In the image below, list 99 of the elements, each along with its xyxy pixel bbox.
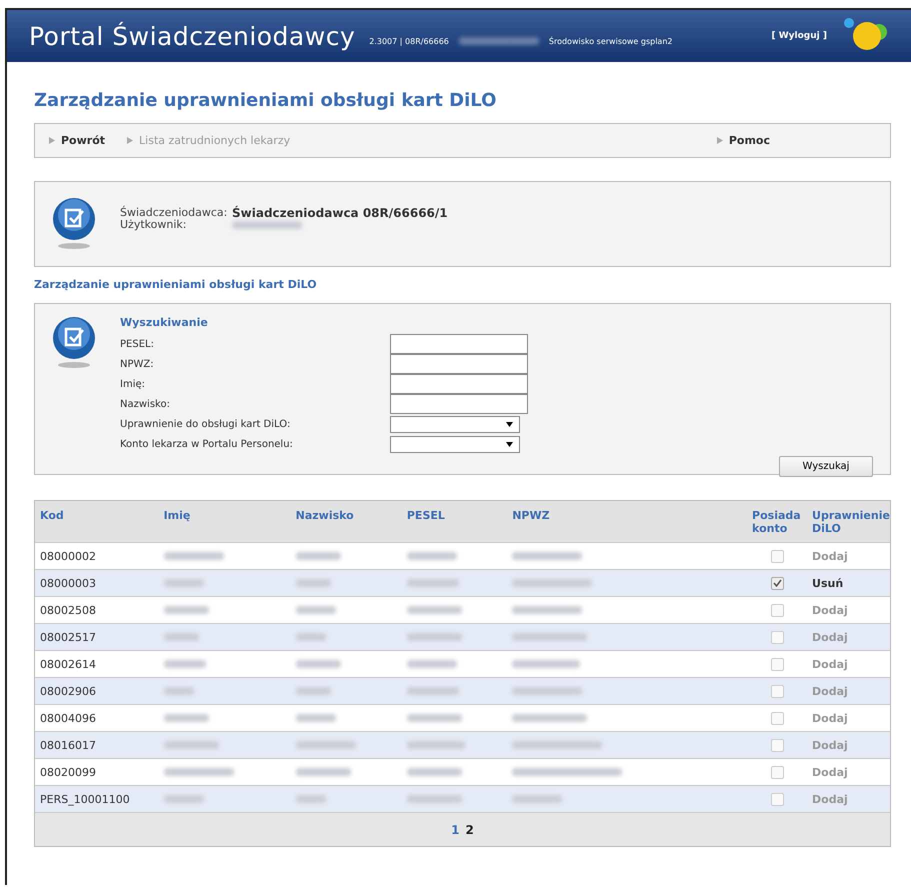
redacted-text xyxy=(296,741,356,750)
column-header[interactable]: PESEL xyxy=(402,501,508,542)
checkbox[interactable] xyxy=(770,766,784,779)
checkbox[interactable] xyxy=(770,550,784,563)
checkbox[interactable] xyxy=(770,684,784,698)
redacted-text xyxy=(296,660,341,668)
document-check-icon xyxy=(52,197,96,251)
redacted-text xyxy=(406,687,459,696)
input-field[interactable] xyxy=(390,394,528,414)
field-label: Nazwisko: xyxy=(120,398,171,410)
checkbox[interactable] xyxy=(770,792,784,806)
dropdown-arrow-icon xyxy=(506,422,513,426)
action-link[interactable]: Dodaj xyxy=(812,766,848,778)
redacted-text xyxy=(406,660,457,668)
table-cell: 08002906 xyxy=(35,678,159,704)
redacted-text xyxy=(296,687,331,696)
redacted-text xyxy=(164,768,234,776)
redacted-text xyxy=(406,714,462,722)
field-label: Uprawnienie do obsługi kart DiLO: xyxy=(120,418,292,430)
redacted-text xyxy=(512,552,582,560)
logout-link[interactable]: [ Wyloguj ] xyxy=(772,31,827,41)
redacted-text xyxy=(296,768,351,776)
document-check-icon xyxy=(52,316,96,370)
page-link[interactable]: 2 xyxy=(466,822,474,836)
column-header[interactable]: NPWZ xyxy=(507,501,748,542)
redacted-text xyxy=(164,579,204,588)
redacted-text xyxy=(164,552,224,560)
column-header[interactable]: Kod xyxy=(35,501,159,542)
table-cell: 08000003 xyxy=(35,570,159,596)
redacted-text xyxy=(512,687,582,696)
provider-value: Świadczeniodawca 08R/66666/1 xyxy=(232,207,448,219)
provider-label: Świadczeniodawca: xyxy=(120,207,228,219)
checkbox[interactable] xyxy=(770,738,784,752)
table-cell: PERS_10001100 xyxy=(35,786,159,812)
nav-link[interactable]: Powrót xyxy=(49,134,106,147)
user-label: Użytkownik: xyxy=(120,219,188,231)
redacted-text xyxy=(164,795,204,804)
redacted-text xyxy=(164,606,209,614)
redacted-text xyxy=(296,606,336,614)
redacted-text xyxy=(164,633,199,642)
portal-title: Portal Świadczeniodawcy xyxy=(29,22,356,50)
field-label: Konto lekarza w Portalu Personelu: xyxy=(120,438,294,450)
environment-label: Środowisko serwisowe gsplan2 xyxy=(548,36,672,46)
checkbox[interactable] xyxy=(770,630,784,644)
redacted-text xyxy=(512,660,580,668)
action-link[interactable]: Dodaj xyxy=(812,658,848,670)
input-field[interactable] xyxy=(390,354,528,374)
action-link[interactable]: Usuń xyxy=(812,576,844,590)
redacted-text xyxy=(406,741,465,750)
redacted-text xyxy=(512,795,562,804)
redacted-text xyxy=(164,714,209,722)
redacted-text xyxy=(512,606,582,614)
search-button[interactable]: Wyszukaj xyxy=(779,456,873,477)
page-title: Zarządzanie uprawnieniami obsługi kart DiLO xyxy=(34,90,498,111)
dropdown[interactable] xyxy=(390,436,520,452)
nav-link[interactable]: Pomoc xyxy=(716,134,770,147)
dropdown-arrow-icon xyxy=(506,442,513,446)
redacted-text xyxy=(296,795,326,804)
version-info: 2.3007 | 08R/66666 xyxy=(369,36,449,46)
page-link[interactable]: 1 xyxy=(451,822,460,836)
redacted-text xyxy=(406,795,462,804)
redacted-text xyxy=(406,768,462,776)
dropdown[interactable] xyxy=(390,416,520,432)
field-label: NPWZ: xyxy=(120,358,155,370)
table-cell: 08002517 xyxy=(35,624,159,650)
action-link[interactable]: Dodaj xyxy=(812,604,848,616)
search-title: Wyszukiwanie xyxy=(120,316,209,329)
action-link[interactable]: Dodaj xyxy=(812,550,848,562)
checkbox[interactable] xyxy=(770,712,784,725)
column-header[interactable]: Uprawnienie DiLO xyxy=(807,501,890,542)
play-arrow-icon xyxy=(716,137,723,144)
play-arrow-icon xyxy=(127,137,134,144)
checkbox[interactable] xyxy=(770,658,784,671)
field-label: PESEL: xyxy=(120,338,155,350)
redacted-text xyxy=(296,714,336,722)
checkmark-icon xyxy=(772,579,782,588)
redacted-text xyxy=(296,633,326,642)
redacted-text xyxy=(232,221,302,229)
section-title: Zarządzanie uprawnieniami obsługi kart DiLO xyxy=(34,278,318,291)
field-label: Imię: xyxy=(120,378,146,390)
checkbox[interactable] xyxy=(770,576,784,590)
input-field[interactable] xyxy=(390,374,528,394)
checkbox[interactable] xyxy=(770,604,784,617)
action-link[interactable]: Dodaj xyxy=(812,712,848,724)
redacted-text xyxy=(406,606,462,614)
redacted-text xyxy=(164,660,206,668)
input-field[interactable] xyxy=(390,334,528,354)
redacted-text xyxy=(296,579,331,588)
redacted-text xyxy=(164,687,194,696)
column-header[interactable]: Posiada konto xyxy=(747,501,808,542)
play-arrow-icon xyxy=(49,137,55,144)
column-header[interactable]: Nazwisko xyxy=(290,501,402,542)
column-header[interactable]: Imię xyxy=(158,501,291,542)
redacted-text xyxy=(406,579,459,588)
table-cell: 08016017 xyxy=(35,732,159,758)
redacted-text xyxy=(406,552,457,560)
redacted-text xyxy=(164,741,219,750)
redacted-text xyxy=(406,633,462,642)
redacted-text xyxy=(296,552,341,560)
